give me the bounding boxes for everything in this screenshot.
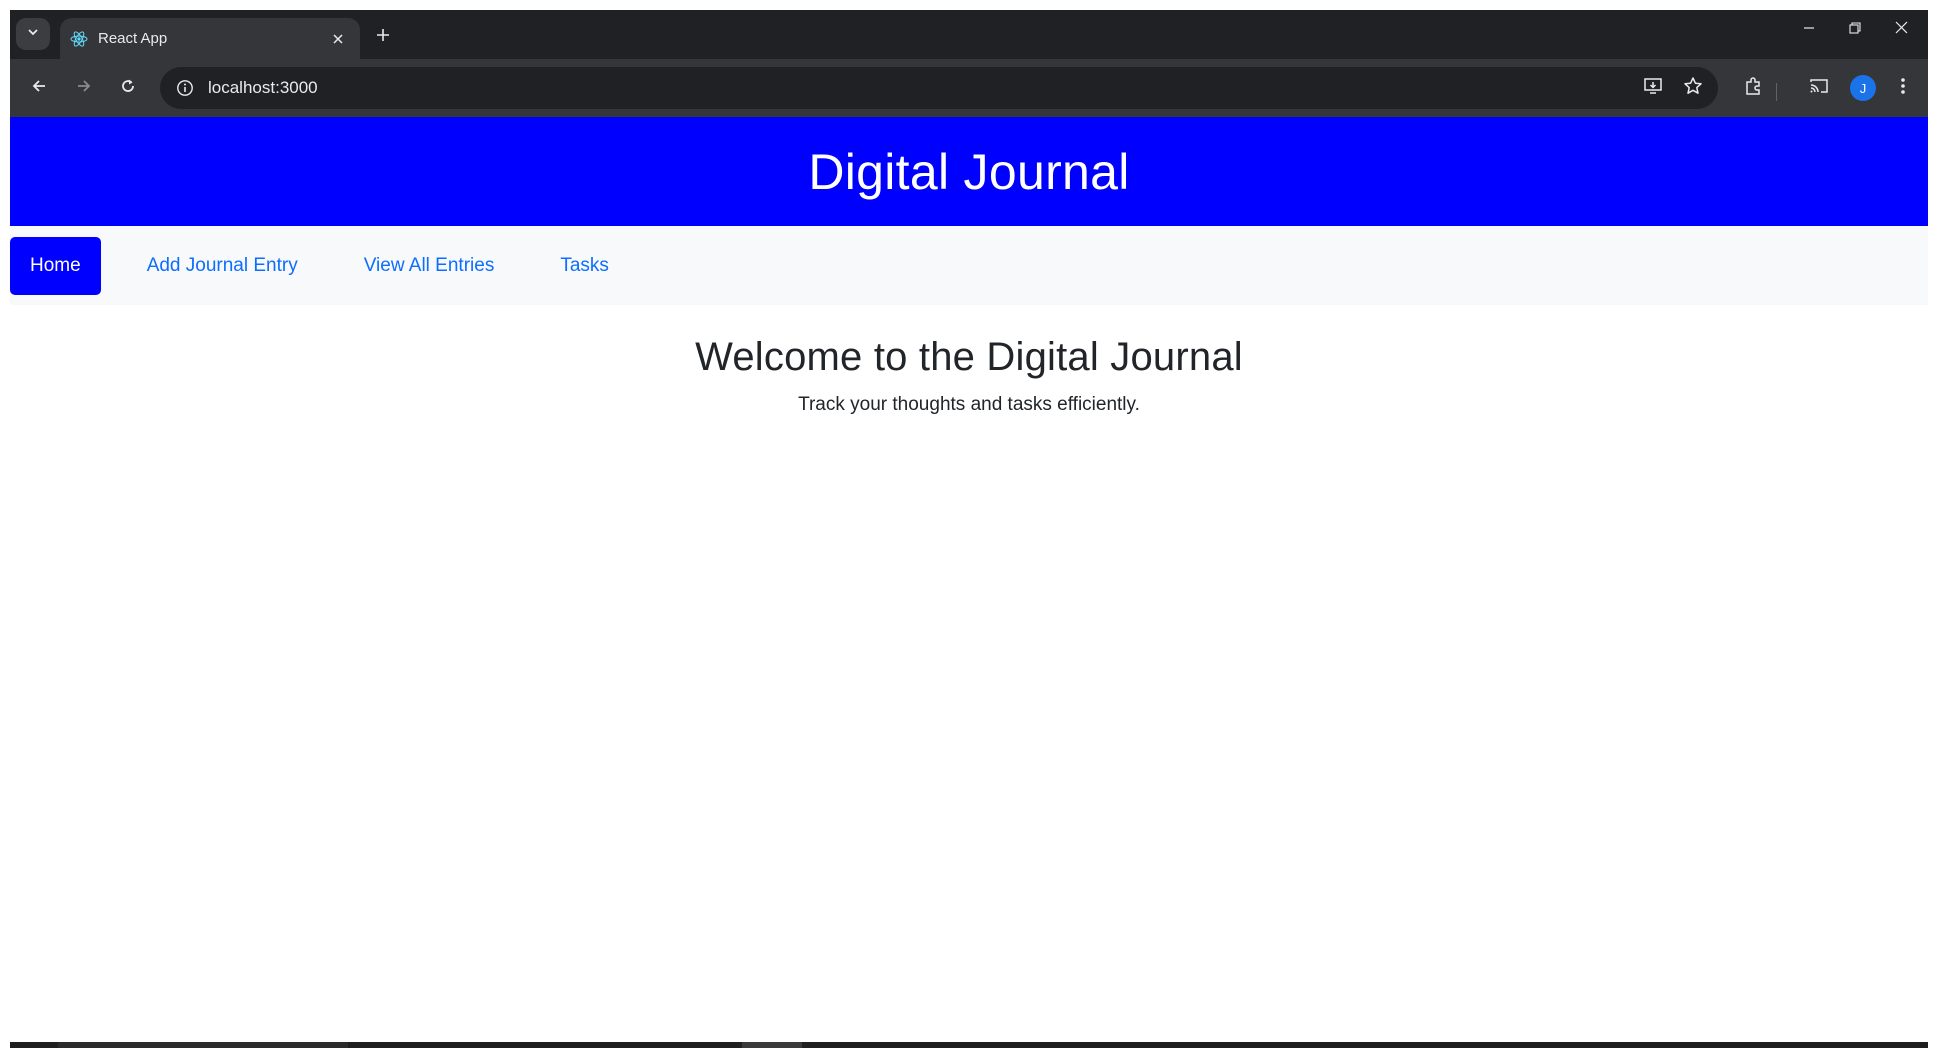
profile-button[interactable]: J: [1846, 71, 1880, 105]
nav-link-view-all-entries[interactable]: View All Entries: [344, 237, 515, 295]
puzzle-icon: [1743, 76, 1763, 101]
reload-button[interactable]: [111, 71, 145, 105]
tab-title: React App: [98, 30, 168, 47]
url-text: localhost:3000: [208, 78, 318, 97]
main-nav: Home Add Journal Entry View All Entries …: [10, 226, 1928, 305]
more-vert-icon: [1900, 76, 1906, 101]
toolbar-divider: [1776, 83, 1777, 101]
menu-button[interactable]: [1886, 71, 1920, 105]
close-window-button[interactable]: [1878, 14, 1924, 46]
install-icon: [1643, 76, 1663, 101]
reload-icon: [120, 78, 136, 99]
restore-button[interactable]: [1832, 14, 1878, 46]
app-header: Digital Journal: [10, 117, 1928, 226]
arrow-left-icon: [31, 78, 47, 99]
new-tab-button[interactable]: [368, 22, 398, 52]
install-app-button[interactable]: [1636, 71, 1670, 105]
avatar: J: [1850, 75, 1876, 101]
site-info-icon[interactable]: [172, 75, 198, 101]
cast-icon: [1809, 76, 1829, 101]
address-bar[interactable]: localhost:3000: [160, 67, 1718, 109]
star-icon: [1683, 76, 1703, 101]
minimize-icon: [1803, 21, 1815, 39]
chevron-down-icon: [26, 25, 40, 44]
page-viewport: Digital Journal Home Add Journal Entry V…: [10, 117, 1928, 1042]
forward-button[interactable]: [67, 71, 101, 105]
taskbar-app-active[interactable]: [742, 1042, 802, 1048]
cast-button[interactable]: [1802, 71, 1836, 105]
extensions-button[interactable]: [1736, 71, 1770, 105]
nav-link-tasks[interactable]: Tasks: [540, 237, 629, 295]
browser-window: React App localhost:3000 J Digital Journ…: [10, 10, 1928, 1048]
welcome-subtitle: Track your thoughts and tasks efficientl…: [798, 394, 1140, 415]
close-tab-icon[interactable]: [326, 27, 350, 51]
nav-link-add-journal-entry[interactable]: Add Journal Entry: [127, 237, 318, 295]
browser-toolbar: localhost:3000 J: [10, 59, 1928, 117]
app-title: Digital Journal: [808, 143, 1130, 200]
nav-link-home[interactable]: Home: [10, 236, 101, 295]
taskbar-search[interactable]: [58, 1042, 348, 1048]
react-logo-icon: [70, 30, 88, 48]
welcome-heading: Welcome to the Digital Journal: [695, 335, 1243, 379]
back-button[interactable]: [22, 71, 56, 105]
restore-icon: [1849, 21, 1861, 39]
welcome-section: Welcome to the Digital Journal Track you…: [10, 305, 1928, 416]
tab-search-button[interactable]: [16, 18, 50, 50]
plus-icon: [376, 28, 390, 47]
arrow-right-icon: [76, 78, 92, 99]
tab-strip: React App: [10, 10, 1928, 59]
bookmark-button[interactable]: [1676, 71, 1710, 105]
taskbar: [10, 1042, 1928, 1048]
active-tab[interactable]: React App: [60, 18, 360, 59]
close-icon: [1895, 21, 1908, 39]
minimize-button[interactable]: [1786, 14, 1832, 46]
